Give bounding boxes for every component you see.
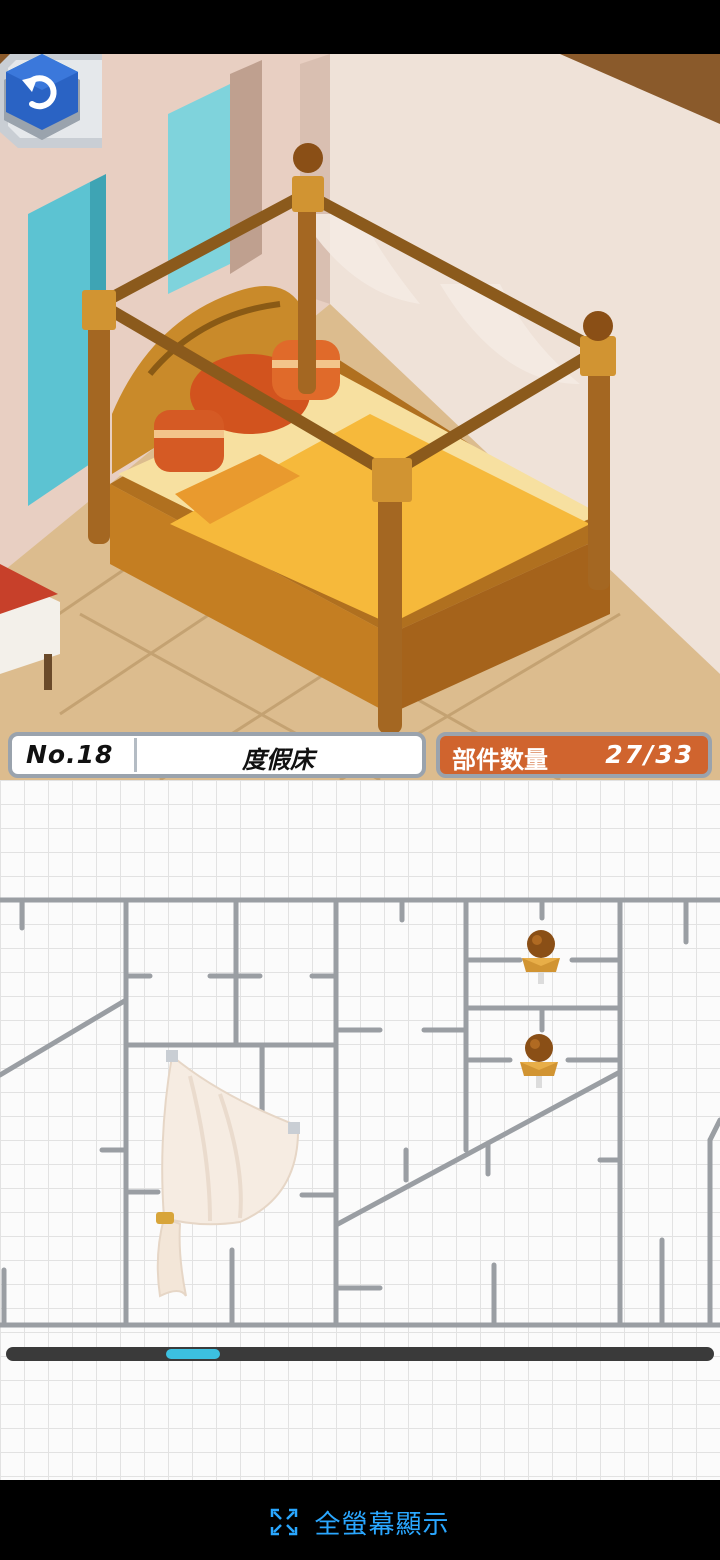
curtain-drape-piece[interactable] <box>150 1046 310 1306</box>
piece-scrollbar[interactable] <box>6 1347 714 1361</box>
fullscreen-label: 全螢幕顯示 <box>314 1509 450 1540</box>
level-number: No.18 <box>26 740 114 769</box>
parts-count: 27/33 <box>605 740 694 769</box>
bedpost-finial-piece[interactable] <box>516 928 566 988</box>
level-name-panel: No.18 度假床 <box>8 732 426 778</box>
divider <box>134 738 137 772</box>
bedpost-finial-piece[interactable] <box>514 1032 564 1092</box>
status-bar <box>0 0 720 54</box>
scrollbar-thumb[interactable] <box>166 1349 220 1359</box>
undo-button[interactable] <box>0 54 84 146</box>
item-name: 度假床 <box>242 746 314 774</box>
room-illustration <box>0 54 720 780</box>
maze-walls <box>0 897 720 1328</box>
parts-counter: 部件数量 27/33 <box>436 732 712 778</box>
puzzle-board[interactable] <box>0 780 720 1480</box>
parts-label: 部件数量 <box>452 746 548 774</box>
fullscreen-icon <box>271 1508 298 1536</box>
fullscreen-button[interactable]: 全螢幕顯示 <box>0 1500 720 1544</box>
room-scene: 提示 <box>0 54 720 780</box>
